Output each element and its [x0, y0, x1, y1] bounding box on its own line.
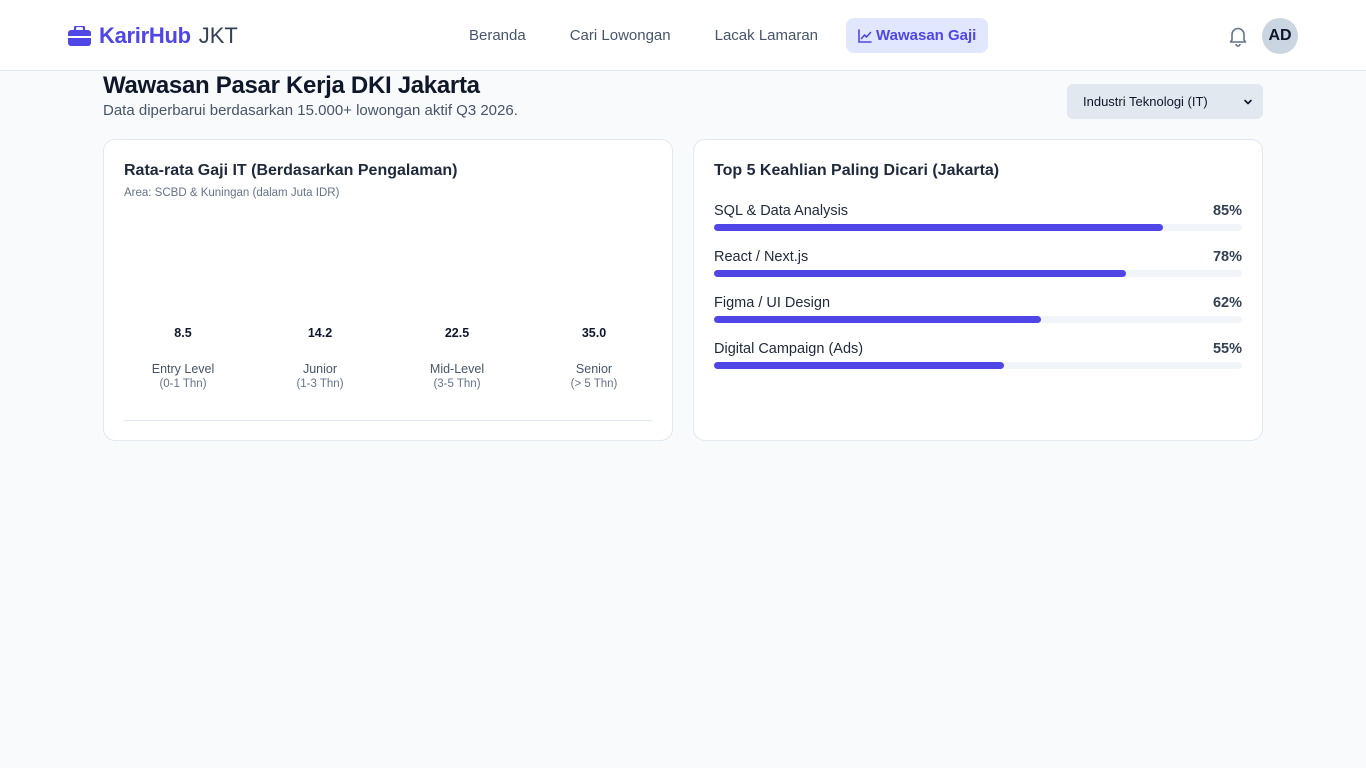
industry-select[interactable]: Industri Teknologi (IT) [1067, 84, 1263, 119]
line-chart-icon [858, 28, 872, 43]
bell-icon[interactable] [1227, 25, 1249, 47]
skill-progress-track [714, 270, 1242, 277]
category-range: (> 5 Thn) [570, 378, 618, 390]
briefcase-icon [68, 26, 91, 46]
category-label: Senior [575, 362, 613, 376]
skill-progress-fill [714, 224, 1163, 231]
skill-item: SQL & Data Analysis 85% [714, 201, 1242, 231]
brand-city: JKT [198, 23, 238, 48]
salary-column: 35.0 Senior (> 5 Thn) [534, 326, 654, 392]
brand-name: KarirHub [99, 23, 191, 48]
category-label: Entry Level [151, 362, 215, 376]
nav-item-wawasan-gaji[interactable]: Wawasan Gaji [846, 18, 989, 53]
skill-name: React / Next.js [714, 249, 809, 265]
skill-name: Figma / UI Design [714, 295, 831, 311]
skill-progress-track [714, 362, 1242, 369]
skill-item: Digital Campaign (Ads) 55% [714, 339, 1242, 369]
avatar[interactable]: AD [1262, 18, 1298, 54]
chart-baseline [124, 420, 652, 421]
main-nav: Beranda Cari Lowongan Lacak Lamaran Wawa… [453, 18, 1000, 53]
category-label: Mid-Level [429, 362, 485, 376]
skill-percent: 55% [1212, 341, 1242, 357]
skills-card: Top 5 Keahlian Paling Dicari (Jakarta) S… [693, 139, 1263, 441]
skill-percent: 78% [1212, 249, 1242, 265]
bar-value-label: 14.2 [307, 326, 333, 340]
salary-card-title: Rata-rata Gaji IT (Berdasarkan Pengalama… [124, 162, 458, 179]
nav-item-cari-lowongan[interactable]: Cari Lowongan [554, 18, 687, 53]
bar-value-label: 8.5 [174, 326, 192, 340]
bar-value-label: 35.0 [581, 326, 607, 340]
top-navbar: KarirHub JKT Beranda Cari Lowongan Lacak… [0, 0, 1366, 71]
category-range: (3-5 Thn) [433, 378, 481, 390]
industry-select-value: Industri Teknologi (IT) [1083, 94, 1208, 109]
skills-card-title: Top 5 Keahlian Paling Dicari (Jakarta) [714, 162, 1000, 179]
skill-progress-track [714, 224, 1242, 231]
skill-percent: 85% [1212, 203, 1242, 219]
brand-logo[interactable]: KarirHub JKT [68, 22, 238, 50]
salary-column: 8.5 Entry Level (0-1 Thn) [123, 326, 243, 392]
skill-progress-fill [714, 270, 1126, 277]
skill-progress-track [714, 316, 1242, 323]
skill-percent: 62% [1212, 295, 1242, 311]
skill-item: Figma / UI Design 62% [714, 293, 1242, 323]
skill-progress-fill [714, 362, 1005, 369]
skill-progress-fill [714, 316, 1042, 323]
bar-value-label: 22.5 [444, 326, 470, 340]
salary-card-subtitle: Area: SCBD & Kuningan (dalam Juta IDR) [124, 187, 340, 199]
salary-column: 22.5 Mid-Level (3-5 Thn) [397, 326, 517, 392]
skill-name: Digital Campaign (Ads) [714, 341, 864, 357]
salary-card: Rata-rata Gaji IT (Berdasarkan Pengalama… [103, 139, 673, 441]
nav-item-label: Cari Lowongan [569, 27, 671, 44]
category-range: (0-1 Thn) [159, 378, 207, 390]
nav-item-lacak-lamaran[interactable]: Lacak Lamaran [699, 18, 834, 53]
page-title: Wawasan Pasar Kerja DKI Jakarta [103, 72, 480, 99]
chevron-down-icon [1244, 99, 1252, 104]
nav-item-beranda[interactable]: Beranda [453, 18, 542, 53]
skill-item: React / Next.js 78% [714, 247, 1242, 277]
nav-item-label: Beranda [469, 27, 526, 44]
nav-item-label: Wawasan Gaji [876, 27, 977, 44]
skill-name: SQL & Data Analysis [714, 203, 849, 219]
category-label: Junior [302, 362, 338, 376]
page-subtitle: Data diperbarui berdasarkan 15.000+ lowo… [103, 102, 518, 119]
nav-item-label: Lacak Lamaran [714, 27, 819, 44]
category-range: (1-3 Thn) [296, 378, 344, 390]
salary-column: 14.2 Junior (1-3 Thn) [260, 326, 380, 392]
